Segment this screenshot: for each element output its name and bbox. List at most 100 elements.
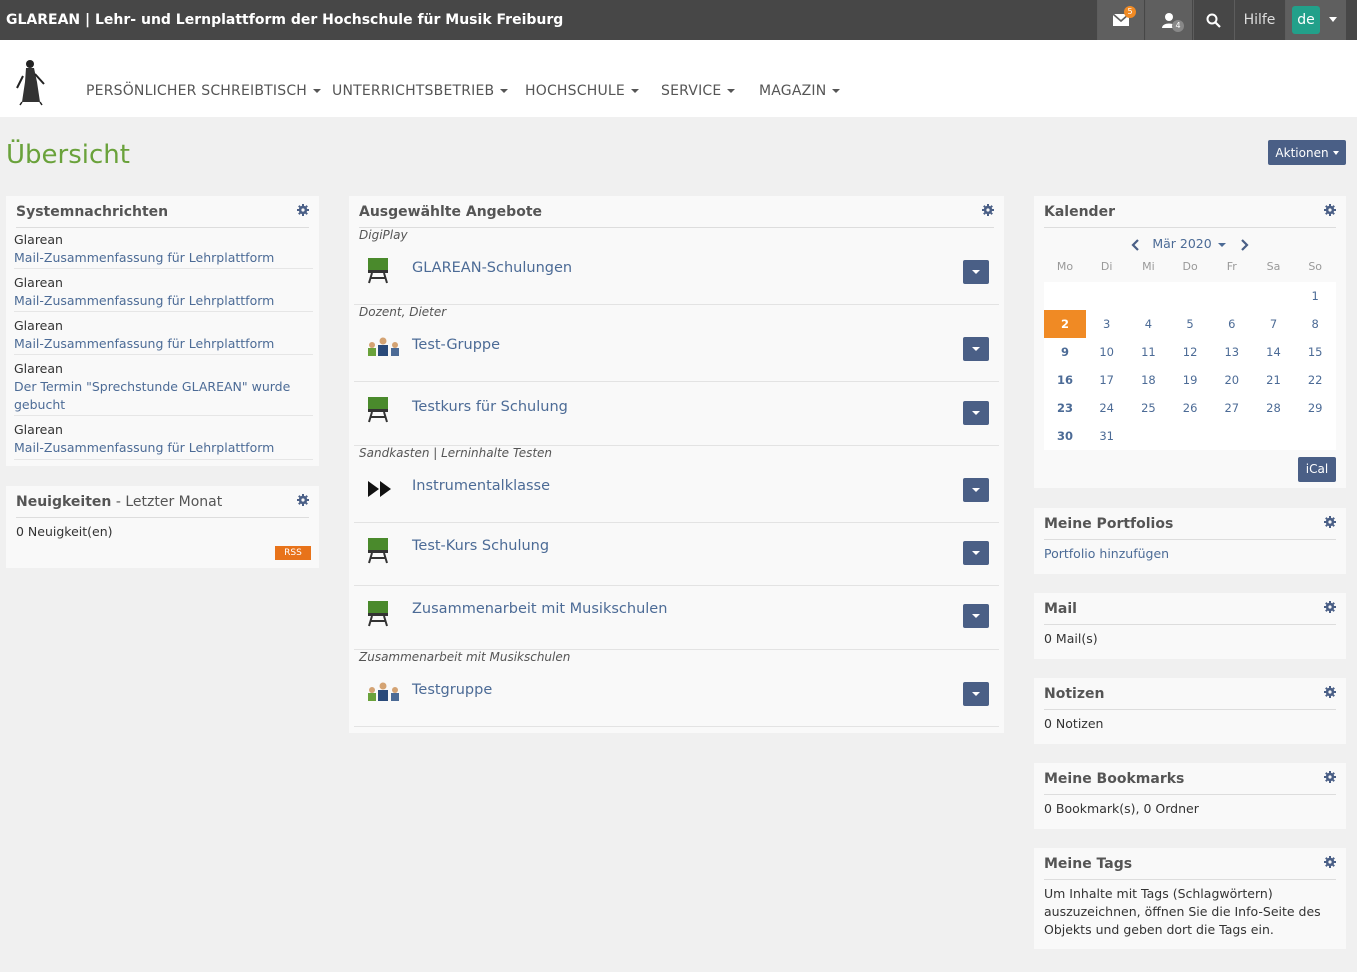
course-group-label: Dozent, Dieter: [359, 305, 447, 319]
help-link[interactable]: Hilfe: [1234, 0, 1284, 40]
gear-icon[interactable]: [1324, 204, 1336, 216]
group-icon: [368, 682, 399, 701]
glarean-logo[interactable]: [14, 58, 48, 106]
widget-title: Kalender: [1044, 204, 1115, 220]
course-actions-button[interactable]: [963, 682, 989, 706]
course-link[interactable]: Instrumentalklasse: [412, 478, 550, 494]
course-link[interactable]: Test-Kurs Schulung: [412, 538, 549, 554]
course-actions-button[interactable]: [963, 478, 989, 502]
calendar-empty-cell: [1169, 282, 1212, 310]
course-actions-button[interactable]: [963, 337, 989, 361]
chevron-right-icon[interactable]: [1240, 238, 1250, 251]
sender: Glarean: [14, 422, 63, 437]
nav-persoenlicher-schreibtisch[interactable]: PERSÖNLICHER SCHREIBTISCH: [86, 83, 322, 99]
search-button[interactable]: [1193, 0, 1233, 40]
message-link[interactable]: Mail-Zusammenfassung für Lehrplattform: [14, 335, 313, 353]
course-link[interactable]: Testkurs für Schulung: [412, 399, 568, 415]
message-link[interactable]: Der Termin "Sprechstunde GLAREAN" wurde …: [14, 378, 313, 414]
widget-title: Ausgewählte Angebote: [359, 204, 543, 220]
calendar-day[interactable]: 28: [1252, 394, 1295, 422]
calendar-day[interactable]: 14: [1252, 338, 1295, 366]
calendar-day[interactable]: 5: [1169, 310, 1212, 338]
calendar-day[interactable]: 17: [1085, 366, 1128, 394]
chevron-down-icon: [1329, 17, 1337, 22]
calendar-day[interactable]: 21: [1252, 366, 1295, 394]
course-link[interactable]: Testgruppe: [412, 682, 492, 698]
gear-icon[interactable]: [297, 204, 309, 216]
calendar-day[interactable]: 2: [1044, 310, 1086, 338]
calendar-day[interactable]: 13: [1210, 338, 1253, 366]
calendar-day[interactable]: 22: [1294, 366, 1337, 394]
calendar-day[interactable]: 10: [1085, 338, 1128, 366]
actions-button[interactable]: Aktionen: [1268, 140, 1346, 165]
calendar-day[interactable]: 19: [1169, 366, 1212, 394]
gear-icon[interactable]: [1324, 601, 1336, 613]
course-link[interactable]: Test-Gruppe: [412, 337, 500, 353]
calendar-day[interactable]: 16: [1044, 366, 1086, 394]
calendar-day[interactable]: 4: [1127, 310, 1170, 338]
course-link[interactable]: Zusammenarbeit mit Musikschulen: [412, 601, 667, 617]
widget-header: Mail: [1044, 601, 1336, 625]
calendar-day[interactable]: 30: [1044, 422, 1086, 450]
calendar-day[interactable]: 25: [1127, 394, 1170, 422]
course-actions-button[interactable]: [963, 604, 989, 628]
message-link[interactable]: Mail-Zusammenfassung für Lehrplattform: [14, 249, 313, 267]
gear-icon[interactable]: [982, 204, 994, 216]
course-link[interactable]: GLAREAN-Schulungen: [412, 260, 572, 276]
chevron-left-icon[interactable]: [1130, 238, 1140, 251]
calendar-day[interactable]: 24: [1085, 394, 1128, 422]
nav-hochschule[interactable]: HOCHSCHULE: [525, 83, 639, 99]
chevron-down-icon: [1217, 242, 1226, 247]
calendar-day[interactable]: 23: [1044, 394, 1086, 422]
calendar-empty-cell: [1169, 422, 1212, 450]
calendar-day[interactable]: 7: [1252, 310, 1295, 338]
calendar-day[interactable]: 6: [1210, 310, 1253, 338]
chevron-down-icon: [630, 89, 639, 93]
calendar-day[interactable]: 12: [1169, 338, 1212, 366]
course-row: Testgruppe: [354, 668, 999, 727]
add-portfolio-link[interactable]: Portfolio hinzufügen: [1044, 546, 1169, 561]
rss-button[interactable]: RSS: [275, 546, 311, 560]
calendar-day[interactable]: 8: [1294, 310, 1337, 338]
calendar-day[interactable]: 18: [1127, 366, 1170, 394]
calendar-day[interactable]: 15: [1294, 338, 1337, 366]
gear-icon[interactable]: [1324, 771, 1336, 783]
notes-count: 0 Notizen: [1044, 716, 1104, 731]
calendar-day[interactable]: 26: [1169, 394, 1212, 422]
calendar-day[interactable]: 11: [1127, 338, 1170, 366]
course-group-label: Zusammenarbeit mit Musikschulen: [359, 650, 571, 664]
calendar-day[interactable]: 1: [1294, 282, 1337, 310]
calendar-day[interactable]: 9: [1044, 338, 1086, 366]
tags-help-text: Um Inhalte mit Tags (Schlagwörtern) ausz…: [1044, 886, 1321, 937]
message-link[interactable]: Mail-Zusammenfassung für Lehrplattform: [14, 292, 313, 310]
gear-icon[interactable]: [1324, 516, 1336, 528]
calendar-day[interactable]: 29: [1294, 394, 1337, 422]
nav-unterrichtsbetrieb[interactable]: UNTERRICHTSBETRIEB: [332, 83, 509, 99]
calendar-day[interactable]: 31: [1085, 422, 1128, 450]
message-link[interactable]: Mail-Zusammenfassung für Lehrplattform: [14, 439, 313, 457]
gear-icon[interactable]: [1324, 856, 1336, 868]
calendar-day[interactable]: 20: [1210, 366, 1253, 394]
nav-label: HOCHSCHULE: [525, 83, 625, 99]
language-switcher[interactable]: de: [1285, 0, 1346, 40]
course-actions-button[interactable]: [963, 541, 989, 565]
gear-icon[interactable]: [1324, 686, 1336, 698]
mail-button[interactable]: 5: [1097, 0, 1144, 40]
nav-magazin[interactable]: MAGAZIN: [759, 83, 841, 99]
calendar-day[interactable]: 3: [1085, 310, 1128, 338]
course-actions-button[interactable]: [963, 401, 989, 425]
gear-icon[interactable]: [297, 494, 309, 506]
widget-header: Neuigkeiten - Letzter Monat: [16, 494, 309, 518]
calendar-day[interactable]: 27: [1210, 394, 1253, 422]
nav-service[interactable]: SERVICE: [661, 83, 736, 99]
ical-button[interactable]: iCal: [1298, 457, 1336, 482]
bookmarks-widget: Meine Bookmarks 0 Bookmark(s), 0 Ordner: [1034, 763, 1346, 829]
widget-header: Meine Portfolios: [1044, 516, 1336, 540]
widget-title: Meine Bookmarks: [1044, 771, 1185, 787]
app-title[interactable]: GLAREAN | Lehr- und Lernplattform der Ho…: [6, 0, 563, 40]
course-actions-button[interactable]: [963, 260, 989, 284]
weekday-label: Mi: [1142, 260, 1155, 273]
weekday-label: Sa: [1266, 260, 1281, 273]
month-selector[interactable]: Mär 2020: [1152, 236, 1211, 251]
contacts-button[interactable]: 4: [1145, 0, 1192, 40]
